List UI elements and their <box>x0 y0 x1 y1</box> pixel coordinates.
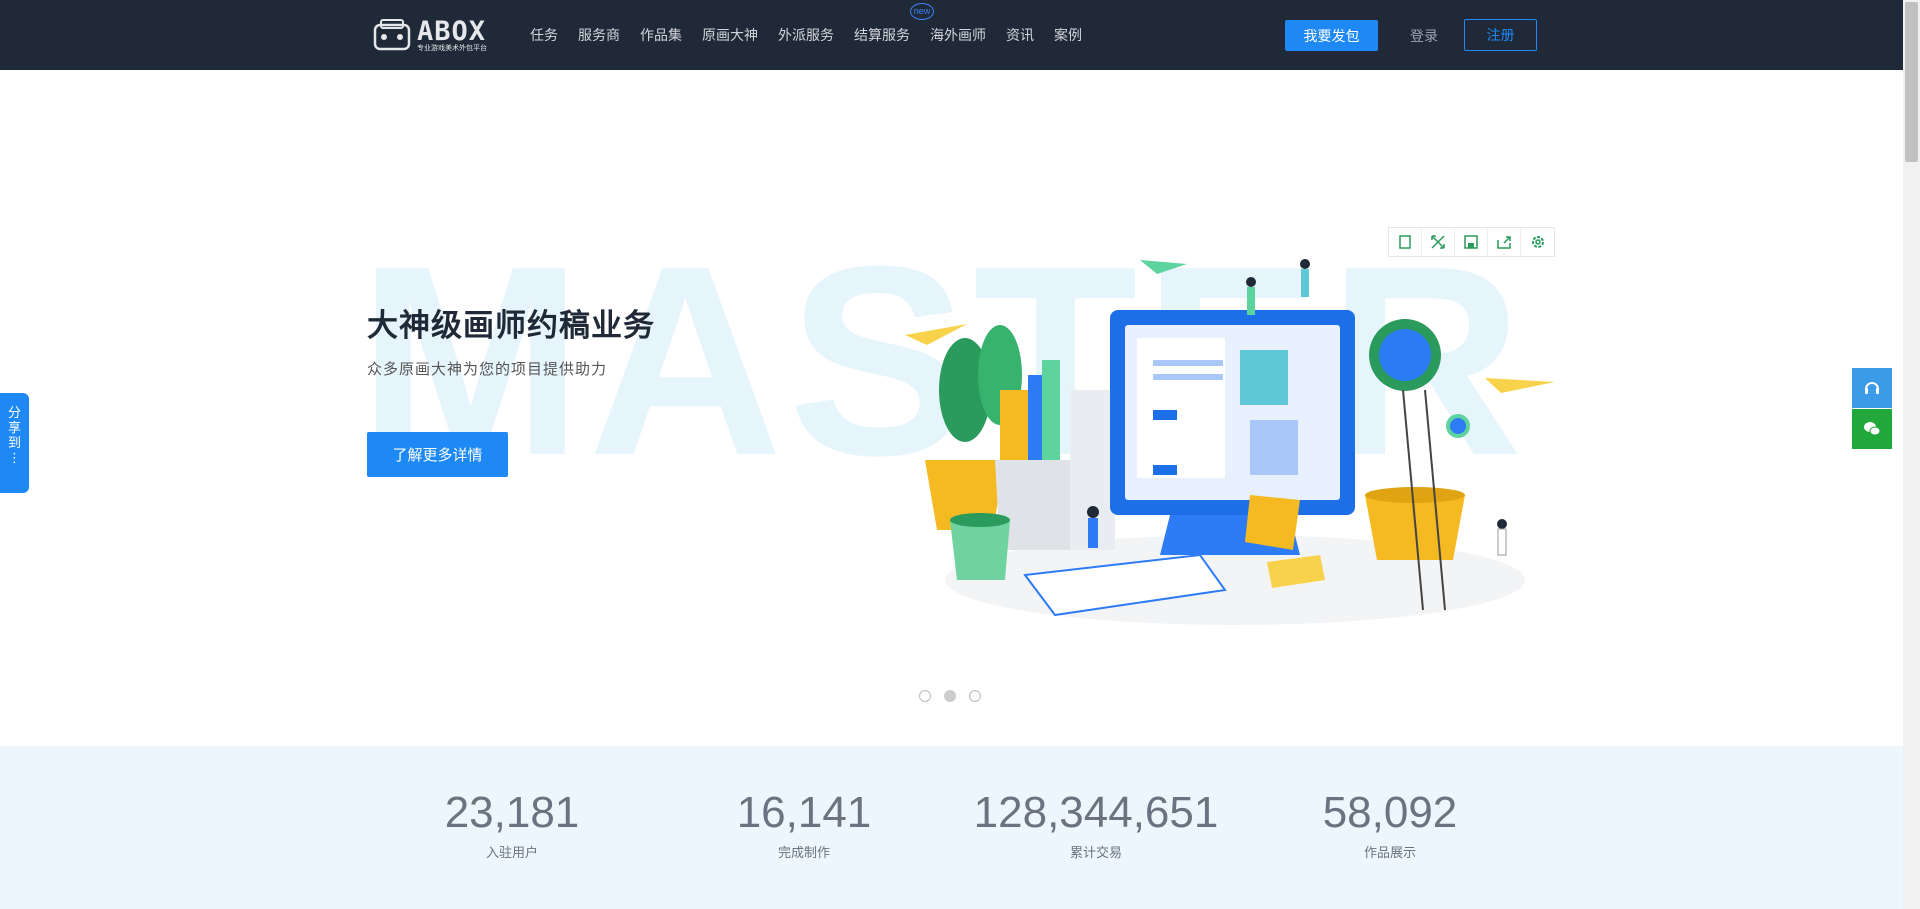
hero-illustration <box>905 259 1555 625</box>
main-nav: 任务 服务商 作品集 原画大神 外派服务 结算服务 new 海外画师 资讯 案例 <box>530 0 1102 70</box>
stat-users: 23,181 入驻用户 <box>382 788 642 861</box>
post-project-button[interactable]: 我要发包 <box>1285 20 1378 51</box>
scrollbar-thumb[interactable] <box>1905 2 1918 162</box>
stat-label: 入驻用户 <box>485 845 538 860</box>
register-button[interactable]: 注册 <box>1464 19 1537 51</box>
stat-transactions: 128,344,651 累计交易 <box>966 788 1226 861</box>
nav-item-settlement[interactable]: 结算服务 new <box>854 3 934 45</box>
nav-item-cases[interactable]: 案例 <box>1054 25 1082 45</box>
logo-mascot-icon <box>373 19 411 51</box>
share-label-char: 到 <box>7 435 21 450</box>
login-link[interactable]: 登录 <box>1410 26 1438 46</box>
abox-logo[interactable]: ABOX 专业游戏美术外包平台 <box>372 16 500 54</box>
nav-item-dispatch[interactable]: 外派服务 <box>778 25 834 45</box>
top-nav-bar: ABOX 专业游戏美术外包平台 任务 服务商 作品集 原画大神 外派服务 结算服… <box>0 0 1903 70</box>
stat-label: 作品展示 <box>1363 845 1416 860</box>
hero-subtitle: 众多原画大神为您的项目提供助力 <box>367 361 608 378</box>
nav-item-settlement-label: 结算服务 <box>854 27 910 43</box>
nav-item-master-artists[interactable]: 原画大神 <box>702 25 758 45</box>
stat-works: 58,092 作品展示 <box>1260 788 1520 861</box>
carousel-dot-2[interactable] <box>944 690 956 702</box>
stat-value: 16,141 <box>736 788 872 837</box>
fullscreen-icon[interactable] <box>1389 228 1422 256</box>
stat-value: 58,092 <box>1322 788 1458 837</box>
share-icon[interactable] <box>1488 228 1521 256</box>
more-dots-icon: ⋮ <box>8 450 21 465</box>
logo-tagline: 专业游戏美术外包平台 <box>417 45 487 52</box>
wechat-button[interactable] <box>1852 409 1892 449</box>
carousel-dot-3[interactable] <box>969 690 981 702</box>
share-sidebar-tab[interactable]: 分 享 到 ⋮ <box>0 393 29 493</box>
nav-item-tasks[interactable]: 任务 <box>530 25 558 45</box>
customer-service-button[interactable] <box>1852 368 1892 408</box>
nav-item-news[interactable]: 资讯 <box>1006 25 1034 45</box>
expand-icon[interactable] <box>1422 228 1455 256</box>
wechat-icon <box>1864 422 1881 436</box>
settings-icon[interactable] <box>1521 228 1554 256</box>
nav-item-overseas[interactable]: 海外画师 <box>930 25 986 45</box>
hero-title: 大神级画师约稿业务 <box>367 308 655 343</box>
image-toolbar <box>1388 227 1555 257</box>
stat-value: 23,181 <box>444 788 580 837</box>
hero-banner: MASTER 大神级画师约稿业务 众多原画大神为您的项目提供助力 了解更多详情 <box>0 70 1903 746</box>
carousel-dot-1[interactable] <box>919 690 931 702</box>
stat-label: 完成制作 <box>777 845 830 860</box>
share-label-char: 分 <box>7 405 21 420</box>
carousel-indicators <box>919 690 981 702</box>
headset-icon <box>1865 382 1879 394</box>
new-badge: new <box>910 3 934 20</box>
save-icon[interactable] <box>1455 228 1488 256</box>
stats-section: 23,181 入驻用户 16,141 完成制作 128,344,651 累计交易… <box>0 746 1903 909</box>
nav-item-providers[interactable]: 服务商 <box>578 25 620 45</box>
nav-item-portfolio[interactable]: 作品集 <box>640 25 682 45</box>
share-label-char: 享 <box>7 420 21 435</box>
stat-label: 累计交易 <box>1069 845 1122 860</box>
stat-completed: 16,141 完成制作 <box>674 788 934 861</box>
page-scrollbar[interactable] <box>1903 0 1920 909</box>
stat-value: 128,344,651 <box>973 788 1219 837</box>
learn-more-button[interactable]: 了解更多详情 <box>367 432 508 477</box>
